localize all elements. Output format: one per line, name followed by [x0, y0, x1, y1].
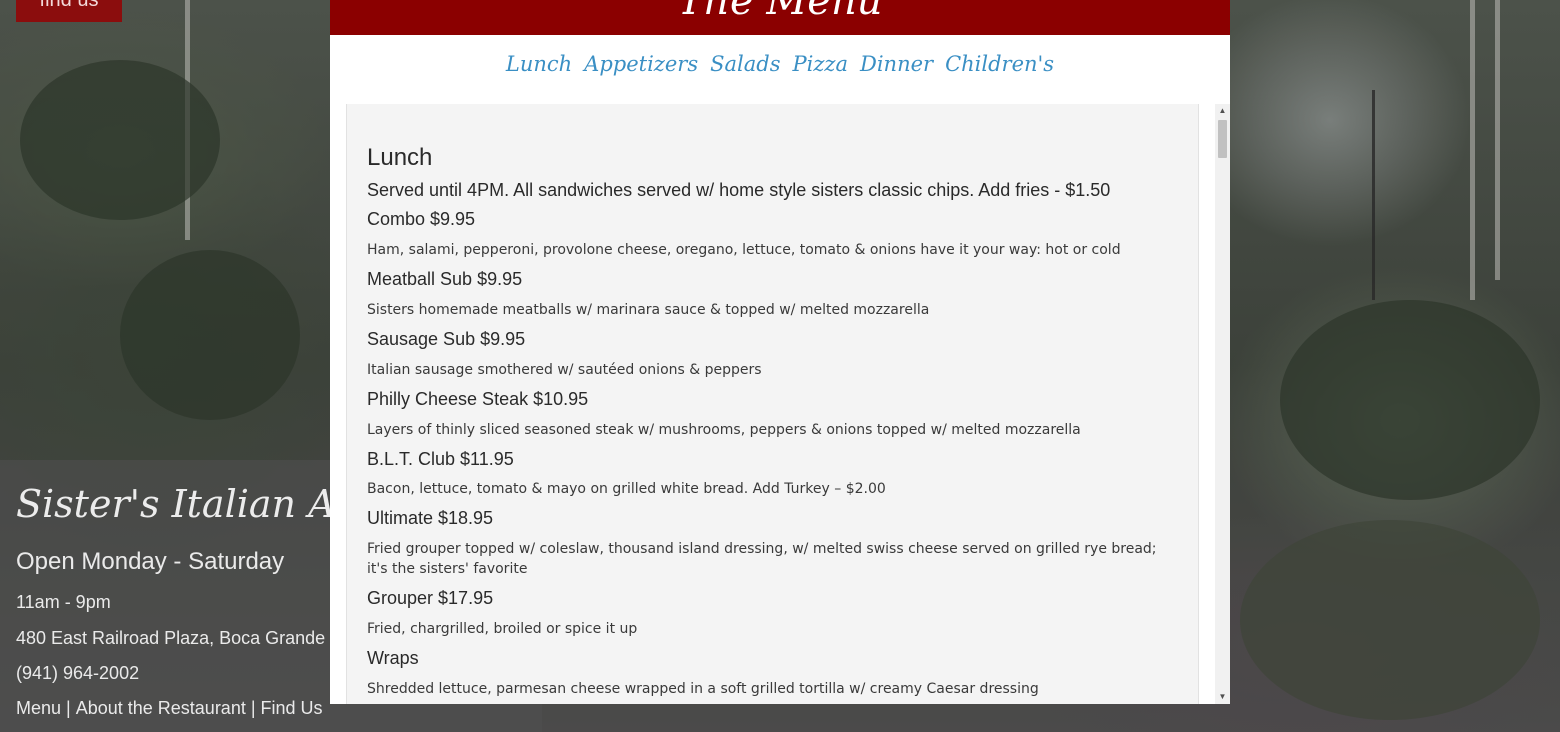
menu-item-name: B.L.T. Club $11.95 — [367, 449, 514, 469]
menu-item-name: Combo $9.95 — [367, 209, 476, 229]
tab-salads[interactable]: Salads — [710, 52, 780, 76]
tab-lunch[interactable]: Lunch — [506, 52, 572, 76]
tab-childrens[interactable]: Children's — [945, 52, 1054, 76]
menu-item-name: Wraps — [367, 648, 419, 668]
section-note: Served until 4PM. All sandwiches served … — [367, 180, 1111, 200]
modal-title: The Menu — [677, 0, 883, 24]
tab-appetizers[interactable]: Appetizers — [584, 52, 698, 76]
find-us-link[interactable]: Find Us — [261, 698, 323, 718]
link-separator: | — [250, 698, 256, 718]
arrow-up-icon[interactable]: ▲ — [1215, 104, 1230, 118]
palm-trunk — [1495, 0, 1500, 280]
foliage — [1280, 300, 1540, 500]
menu-item-desc: Shredded lettuce, parmesan cheese wrappe… — [367, 681, 1039, 697]
tab-pizza[interactable]: Pizza — [793, 52, 849, 76]
palm-trunk — [1470, 0, 1475, 300]
phone-number[interactable]: (941) 964-2002 — [16, 663, 139, 684]
scroll-thumb[interactable] — [1218, 120, 1227, 158]
menu-modal: The Menu Lunch Appetizers Salads Pizza D… — [330, 0, 1230, 704]
menu-item-desc: Layers of thinly sliced seasoned steak w… — [367, 422, 1081, 438]
menu-item-desc: Fried grouper topped w/ coleslaw, thousa… — [367, 541, 1157, 577]
menu-link[interactable]: Menu — [16, 698, 61, 718]
menu-item-name: Sausage Sub $9.95 — [367, 329, 526, 349]
foliage — [120, 250, 300, 420]
menu-item-desc: Bacon, lettuce, tomato & mayo on grilled… — [367, 481, 886, 497]
arrow-down-icon[interactable]: ▼ — [1215, 690, 1230, 704]
foliage — [1240, 520, 1540, 720]
menu-item-name: Meatball Sub $9.95 — [367, 269, 523, 289]
lamp-post — [1372, 90, 1375, 300]
menu-content: Lunch Served until 4PM. All sandwiches s… — [346, 104, 1199, 704]
section-title: Lunch — [367, 144, 433, 171]
tab-dinner[interactable]: Dinner — [860, 52, 933, 76]
menu-item-name: Philly Cheese Steak $10.95 — [367, 389, 589, 409]
address-text: 480 East Railroad Plaza, Boca Grande — [16, 628, 326, 648]
hours-text: 11am - 9pm — [16, 592, 111, 612]
menu-item-desc: Fried, chargrilled, broiled or spice it … — [367, 621, 638, 637]
vertical-scrollbar[interactable]: ▲ ▼ — [1215, 104, 1230, 704]
foliage — [20, 60, 220, 220]
menu-item-desc: Italian sausage smothered w/ sautéed oni… — [367, 362, 762, 378]
menu-item-name: Grouper $17.95 — [367, 588, 494, 608]
about-link[interactable]: About the Restaurant — [76, 698, 246, 718]
link-separator: | — [66, 698, 71, 718]
menu-item-desc: Ham, salami, pepperoni, provolone cheese… — [367, 242, 1121, 258]
find-us-button[interactable]: find us — [16, 0, 122, 22]
menu-tabs: Lunch Appetizers Salads Pizza Dinner Chi… — [330, 35, 1230, 104]
menu-scroll-frame[interactable]: Lunch Served until 4PM. All sandwiches s… — [346, 104, 1230, 704]
modal-header: The Menu — [330, 0, 1230, 35]
menu-item-desc: Sisters homemade meatballs w/ marinara s… — [367, 302, 930, 318]
hours-title: Open Monday - Saturday — [16, 548, 285, 575]
menu-item-name: Ultimate $18.95 — [367, 508, 494, 528]
footer-links: Menu | About the Restaurant | Find Us — [16, 698, 323, 719]
